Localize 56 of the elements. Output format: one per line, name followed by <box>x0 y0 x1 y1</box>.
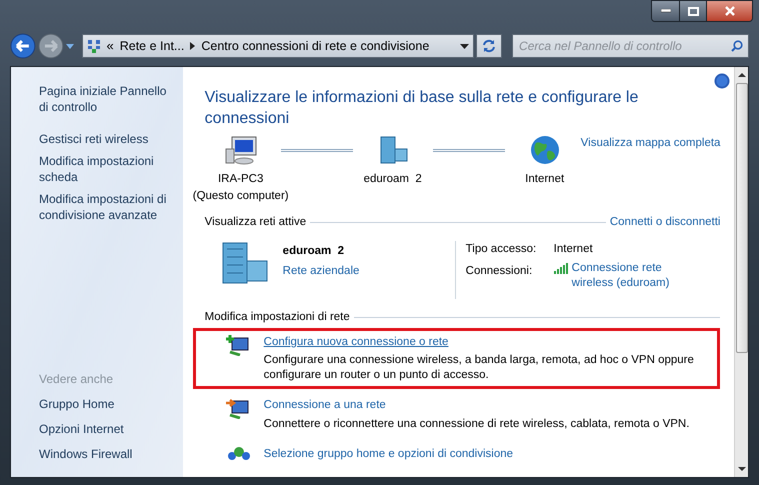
sidebar-link[interactable]: Modifica impostazioni scheda <box>39 153 179 185</box>
wireless-connection-link[interactable]: Connessione rete wireless (eduroam) <box>572 261 684 291</box>
sidebar-link[interactable]: Opzioni Internet <box>39 420 179 438</box>
network-type-link[interactable]: Rete aziendale <box>282 263 360 280</box>
history-dropdown-icon[interactable] <box>66 44 74 48</box>
see-also-heading: Vedere anche <box>39 371 114 388</box>
maximize-icon <box>688 6 698 16</box>
section-title: Modifica impostazioni di rete <box>204 310 350 325</box>
connect-network-icon <box>226 397 250 420</box>
node-label: Internet <box>525 172 564 187</box>
maximize-button[interactable] <box>679 1 706 21</box>
globe-icon <box>530 135 560 165</box>
connections-label: Connessioni: <box>466 264 534 279</box>
network-name: eduroam 2 <box>282 244 346 259</box>
sidebar-link[interactable]: Pagina iniziale Pannello di controllo <box>39 83 179 115</box>
close-icon <box>724 6 734 16</box>
overflow-chevron[interactable]: « <box>106 36 114 56</box>
breadcrumb-item[interactable]: Rete e Int... <box>120 36 184 56</box>
connect-disconnect-link[interactable]: Connetti o disconnetti <box>610 214 720 231</box>
search-icon[interactable] <box>731 40 744 52</box>
people-icon <box>226 446 250 460</box>
new-connection-icon <box>226 334 250 356</box>
close-button[interactable] <box>706 1 752 21</box>
task-link[interactable]: Configura nuova connessione o rete <box>264 334 710 352</box>
access-type-value: Internet <box>554 242 594 257</box>
node-label: eduroam 2 <box>364 172 422 187</box>
sidebar-link[interactable]: Gruppo Home <box>39 395 179 413</box>
page-heading: Visualizzare le informazioni di base sulla rete e configurare le connessioni <box>204 88 640 129</box>
signal-strength-icon <box>554 263 568 274</box>
computer-icon <box>224 135 258 165</box>
network-icon <box>86 39 100 53</box>
sidebar-link[interactable]: Modifica impostazioni di condivisione avanzate <box>39 191 179 223</box>
minimize-icon <box>660 9 670 13</box>
refresh-button[interactable] <box>476 34 502 58</box>
address-bar[interactable]: « Rete e Int... Centro connessioni di rete e condivisione <box>82 34 474 58</box>
dropdown-arrow-icon[interactable] <box>460 44 470 48</box>
minimize-button[interactable] <box>652 1 679 21</box>
node-sublabel: (Questo computer) <box>192 189 289 204</box>
scroll-thumb[interactable] <box>736 83 748 353</box>
sidebar-link[interactable]: Gestisci reti wireless <box>39 131 179 147</box>
scrollbar[interactable] <box>734 67 748 477</box>
access-type-label: Tipo accesso: <box>466 242 538 257</box>
section-title: Visualizza reti attive <box>204 214 306 230</box>
forward-icon[interactable] <box>38 33 64 59</box>
task-description: Connettere o riconnettere una connessione di rete wireless, cablata, remota o VPN. <box>264 416 690 432</box>
back-icon[interactable] <box>10 33 36 59</box>
breadcrumb-item[interactable]: Centro connessioni di rete e condivisione <box>201 36 454 56</box>
refresh-icon <box>482 39 496 53</box>
view-full-map-link[interactable]: Visualizza mappa completa <box>580 135 720 152</box>
search-field[interactable]: Cerca nel Pannello di controllo <box>512 34 750 58</box>
task-description: Configurare una connessione wireless, a banda larga, remota, ad hoc o VPN oppure configurare un router o un punto di accesso. <box>264 353 695 384</box>
sidebar-link[interactable]: Windows Firewall <box>39 445 179 463</box>
separator-arrow-icon[interactable] <box>190 42 196 50</box>
task-link[interactable]: Connessione a una rete <box>264 397 690 414</box>
node-label: IRA-PC3 <box>218 172 264 187</box>
task-link[interactable]: Selezione gruppo home e opzioni di condivisione <box>264 446 514 463</box>
